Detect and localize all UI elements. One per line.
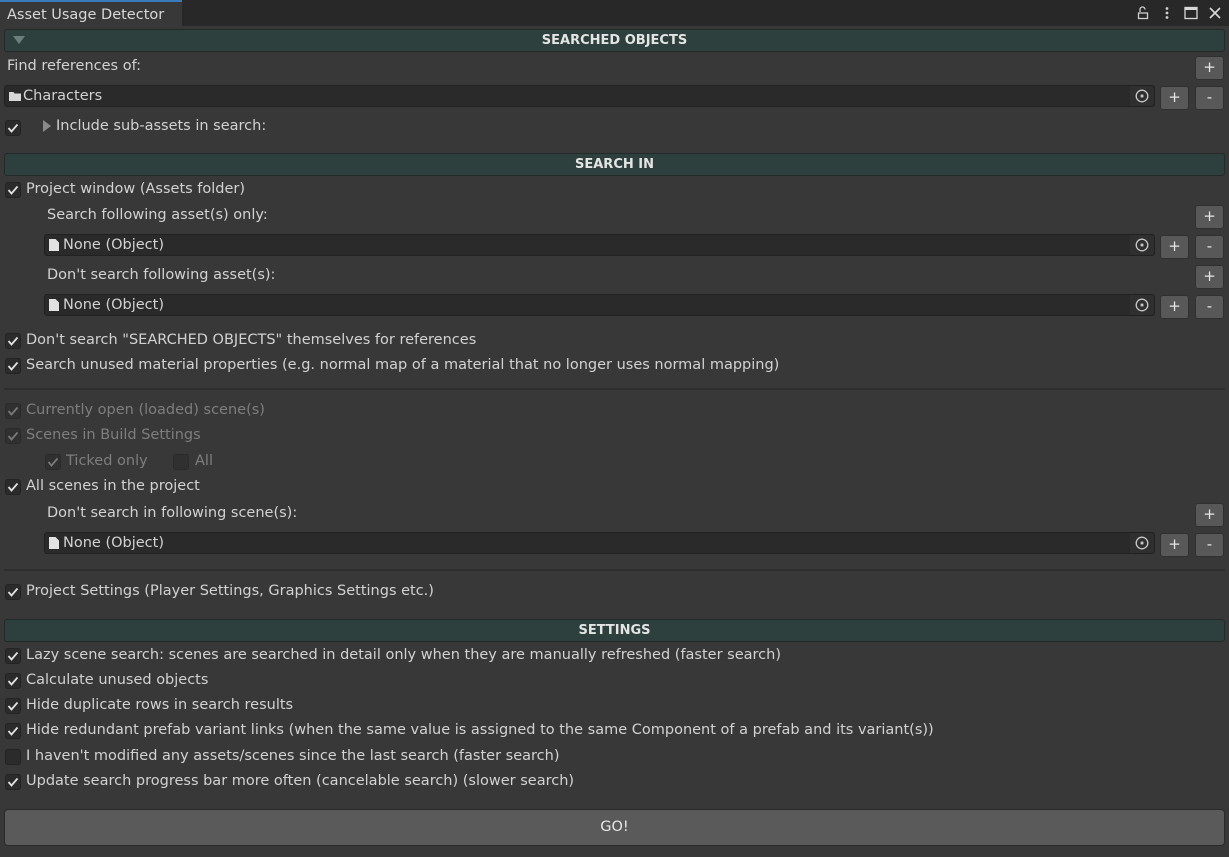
go-button[interactable]: GO! — [4, 809, 1225, 846]
open-scenes-label: Currently open (loaded) scene(s) — [26, 402, 265, 418]
project-window-label: Project window (Assets folder) — [26, 181, 246, 197]
all-build-scenes-label: All — [195, 453, 213, 469]
dont-search-self-checkbox[interactable] — [5, 333, 21, 349]
hide-redundant-prefab-checkbox[interactable] — [5, 723, 21, 739]
checkmark-icon — [7, 701, 19, 711]
insert-searched-object-button[interactable]: + — [1160, 86, 1189, 110]
exclude-scene-field[interactable]: None (Object) — [44, 532, 1155, 554]
project-settings-label: Project Settings (Player Settings, Graph… — [26, 583, 434, 599]
checkmark-icon — [7, 361, 19, 371]
hide-duplicate-rows-checkbox[interactable] — [5, 698, 21, 714]
hide-redundant-prefab-label: Hide redundant prefab variant links (whe… — [26, 722, 934, 738]
no-modifications-label: I haven't modified any assets/scenes sin… — [26, 748, 560, 764]
unused-material-label: Search unused material properties (e.g. … — [26, 357, 780, 373]
ticked-only-label: Ticked only — [66, 453, 148, 469]
project-settings-checkbox[interactable] — [5, 584, 21, 600]
dont-search-self-label: Don't search "SEARCHED OBJECTS" themselv… — [26, 332, 477, 348]
checkmark-icon — [7, 587, 19, 597]
checkmark-icon — [7, 185, 19, 195]
hide-duplicate-rows-label: Hide duplicate rows in search results — [26, 697, 294, 713]
checkmark-icon — [7, 431, 19, 441]
checkmark-icon — [7, 482, 19, 492]
exclude-assets-label: Don't search following asset(s): — [47, 267, 276, 283]
search-only-value: None (Object) — [63, 237, 164, 253]
window-tab[interactable]: Asset Usage Detector — [0, 0, 182, 26]
find-references-label: Find references of: — [7, 58, 142, 74]
checkmark-icon — [7, 676, 19, 686]
window-tab-bar: Asset Usage Detector — [0, 0, 1229, 26]
exclude-scenes-label: Don't search in following scene(s): — [47, 505, 298, 521]
remove-searched-object-button[interactable]: - — [1195, 86, 1224, 110]
update-progress-checkbox[interactable] — [5, 774, 21, 790]
object-picker-icon[interactable] — [1130, 86, 1154, 106]
all-scenes-label: All scenes in the project — [26, 478, 200, 494]
maximize-icon[interactable] — [1183, 5, 1199, 21]
insert-search-only-button[interactable]: + — [1160, 235, 1189, 259]
insert-exclude-scene-button[interactable]: + — [1160, 533, 1189, 557]
subassets-foldout-icon[interactable] — [43, 120, 51, 132]
file-icon — [49, 299, 59, 315]
ticked-only-checkbox[interactable] — [45, 454, 61, 470]
lazy-scene-search-label: Lazy scene search: scenes are searched i… — [26, 647, 781, 663]
add-exclude-asset-button[interactable]: + — [1195, 265, 1224, 289]
include-subassets-checkbox[interactable] — [5, 120, 21, 136]
build-scenes-checkbox[interactable] — [5, 428, 21, 444]
search-only-label: Search following asset(s) only: — [47, 207, 268, 223]
file-icon — [49, 537, 59, 553]
object-picker-icon[interactable] — [1130, 533, 1154, 553]
remove-exclude-asset-button[interactable]: - — [1195, 295, 1224, 319]
checkmark-icon — [7, 651, 19, 661]
lazy-scene-search-checkbox[interactable] — [5, 648, 21, 664]
search-in-title: SEARCH IN — [575, 157, 654, 172]
section-divider — [4, 569, 1225, 571]
add-searched-object-button[interactable]: + — [1195, 56, 1224, 80]
searched-object-value: Characters — [23, 88, 103, 104]
remove-exclude-scene-button[interactable]: - — [1195, 533, 1224, 557]
file-icon — [49, 239, 59, 255]
settings-title: SETTINGS — [578, 623, 651, 638]
checkmark-icon — [7, 777, 19, 787]
insert-exclude-asset-button[interactable]: + — [1160, 295, 1189, 319]
more-options-icon[interactable] — [1159, 5, 1175, 21]
no-modifications-checkbox[interactable] — [5, 749, 21, 765]
unused-material-checkbox[interactable] — [5, 358, 21, 374]
searched-objects-title: SEARCHED OBJECTS — [541, 33, 688, 48]
object-picker-icon[interactable] — [1130, 235, 1154, 255]
searched-object-field[interactable]: Characters — [4, 85, 1155, 107]
checkmark-icon — [47, 457, 59, 467]
checkmark-icon — [7, 336, 19, 346]
window-title: Asset Usage Detector — [7, 7, 165, 23]
include-subassets-label: Include sub-assets in search: — [56, 118, 267, 134]
checkmark-icon — [7, 726, 19, 736]
exclude-asset-field[interactable]: None (Object) — [44, 294, 1155, 316]
object-picker-icon[interactable] — [1130, 295, 1154, 315]
checkmark-icon — [7, 123, 19, 133]
update-progress-label: Update search progress bar more often (c… — [26, 773, 575, 789]
project-window-checkbox[interactable] — [5, 182, 21, 198]
search-only-field[interactable]: None (Object) — [44, 234, 1155, 256]
add-search-only-button[interactable]: + — [1195, 205, 1224, 229]
calculate-unused-label: Calculate unused objects — [26, 672, 209, 688]
build-scenes-label: Scenes in Build Settings — [26, 427, 201, 443]
all-build-scenes-checkbox[interactable] — [173, 454, 189, 470]
exclude-scene-value: None (Object) — [63, 535, 164, 551]
section-divider — [4, 388, 1225, 390]
search-in-header: SEARCH IN — [4, 153, 1225, 176]
all-scenes-checkbox[interactable] — [5, 479, 21, 495]
folder-icon — [9, 90, 21, 106]
add-exclude-scene-button[interactable]: + — [1195, 503, 1224, 527]
searched-objects-header[interactable]: SEARCHED OBJECTS — [4, 29, 1225, 52]
settings-header: SETTINGS — [4, 619, 1225, 642]
calculate-unused-checkbox[interactable] — [5, 673, 21, 689]
open-scenes-checkbox[interactable] — [5, 403, 21, 419]
checkmark-icon — [7, 406, 19, 416]
lock-icon[interactable] — [1135, 5, 1151, 21]
foldout-arrow-icon[interactable] — [13, 36, 25, 44]
remove-search-only-button[interactable]: - — [1195, 235, 1224, 259]
exclude-asset-value: None (Object) — [63, 297, 164, 313]
close-icon[interactable] — [1207, 5, 1223, 21]
